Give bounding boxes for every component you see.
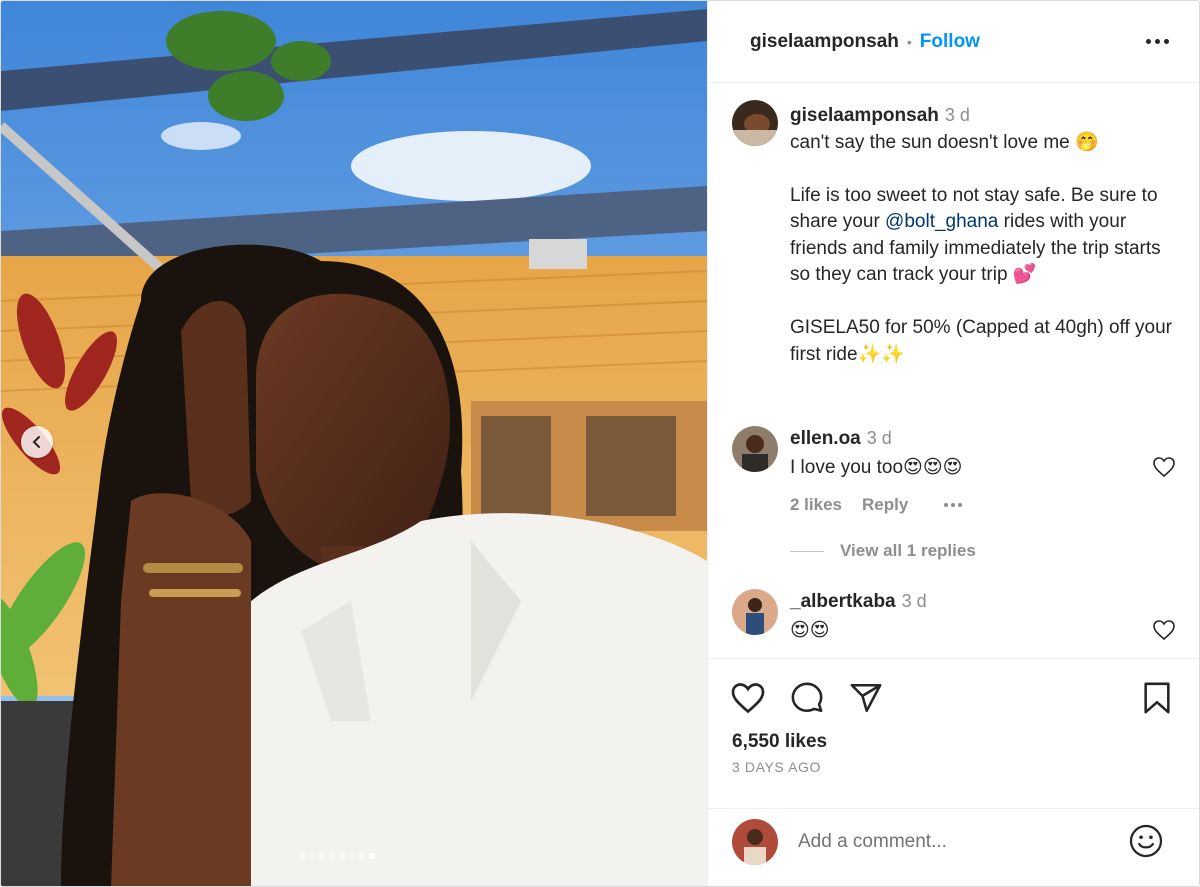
photo-illustration [1,1,707,886]
carousel-dot [299,853,305,859]
follow-button[interactable]: Follow [920,31,980,53]
commenter-avatar[interactable] [732,589,778,635]
comment-username[interactable]: ellen.oa [790,428,861,449]
author-avatar[interactable] [732,100,778,146]
carousel-dot [329,853,335,859]
comment-icon[interactable] [790,681,824,715]
post-dialog: giselaamponsah • Follow giselaamponsah 3 … [0,0,1200,887]
add-comment-input[interactable] [798,827,1118,857]
caption-time: 3 d [944,105,970,125]
carousel-dot [339,853,345,859]
likes-count[interactable]: 6,550 likes [732,731,827,753]
bookmark-icon[interactable] [1142,681,1172,715]
chevron-left-icon [32,436,40,448]
share-icon[interactable] [849,681,883,715]
commenter-avatar[interactable] [732,426,778,472]
add-comment-bar [708,808,1199,886]
caption-paragraph-2: Life is too sweet to not stay safe. Be s… [790,184,1166,286]
header-separator: • [906,33,912,50]
author-username[interactable]: giselaamponsah [750,31,899,53]
comment-text: I love you too😍😍😍 [790,457,963,478]
comments-section[interactable]: giselaamponsah 3 d can't say the sun does… [708,84,1199,658]
comment-item: _albertkaba 3 d 😍😍 [790,591,1170,642]
carousel-indicator [299,853,375,859]
comment-heart-icon[interactable] [1152,619,1176,641]
caption-paragraph-3: GISELA50 for 50% (Capped at 40gh) off yo… [790,317,1178,365]
post-photo[interactable] [1,1,707,886]
comment-time: 3 d [901,591,927,611]
reply-button[interactable]: Reply [862,495,908,515]
caption-line1: can't say the sun doesn't love me 🤭 [790,131,1099,153]
viewer-avatar [732,819,778,865]
carousel-dot [359,853,365,859]
previous-photo-button[interactable] [21,426,53,458]
comment-likes-count[interactable]: 2 likes [790,495,842,515]
post-actions: 6,550 likes 3 DAYS AGO [708,658,1199,808]
carousel-dot [309,853,315,859]
carousel-dot [349,853,355,859]
post-caption: giselaamponsah 3 d can't say the sun does… [790,102,1185,368]
carousel-dot [369,853,375,859]
caption-username[interactable]: giselaamponsah [790,105,939,126]
comment-item: ellen.oa 3 d I love you too😍😍😍 2 likes Re… [790,428,1170,515]
comment-more-icon[interactable] [944,503,963,507]
post-side-panel: giselaamponsah • Follow giselaamponsah 3 … [707,1,1199,886]
comment-heart-icon[interactable] [1152,456,1176,478]
comment-text: 😍😍 [790,620,830,641]
mention-link[interactable]: @bolt_ghana [885,211,998,232]
emoji-icon[interactable] [1128,823,1164,859]
comment-username[interactable]: _albertkaba [790,591,896,612]
carousel-dot [319,853,325,859]
post-timestamp: 3 DAYS AGO [732,759,821,775]
comment-time: 3 d [866,428,892,448]
like-heart-icon[interactable] [730,681,766,715]
more-options-icon[interactable] [1143,29,1171,53]
view-replies-button[interactable]: View all 1 replies [790,541,976,561]
post-header: giselaamponsah • Follow [708,1,1199,83]
